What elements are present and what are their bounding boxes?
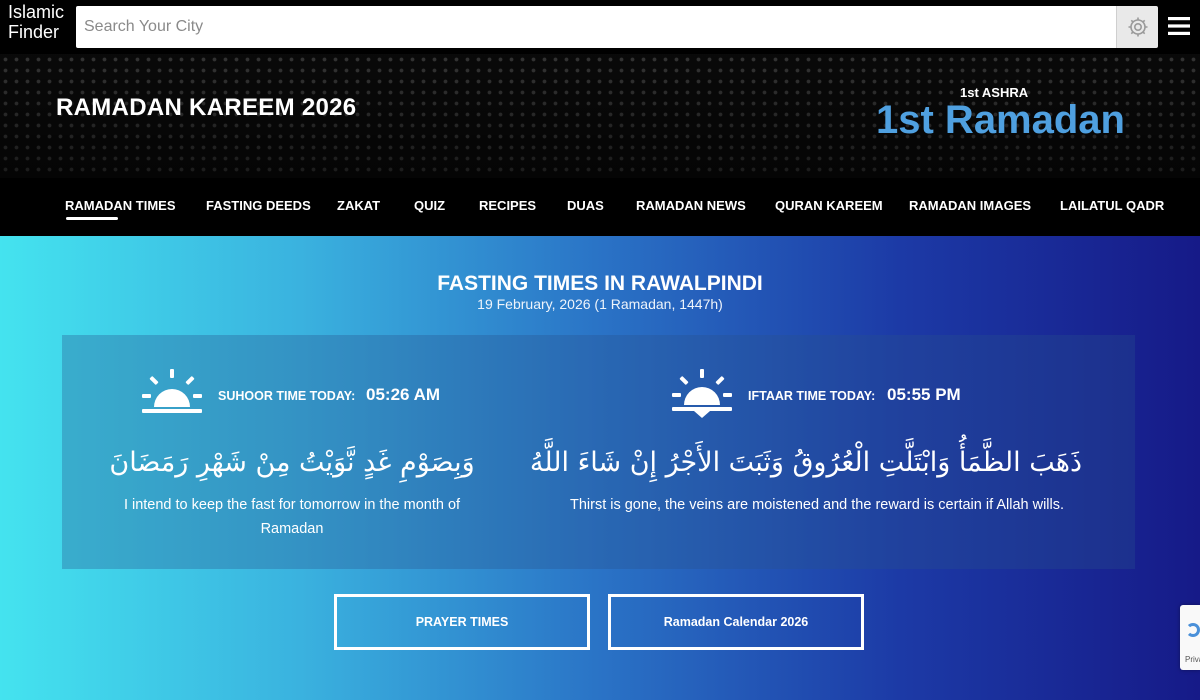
iftaar-time: 05:55 PM <box>887 385 961 404</box>
sunset-icon <box>672 369 732 418</box>
iftaar-dua-translation: Thirst is gone, the veins are moistened … <box>569 497 1065 513</box>
suhoor-dua-translation: I intend to keep the fast for tomorrow i… <box>123 497 461 537</box>
suhoor-dua-arabic: وَبِصَوْمِ غَدٍ نَّوَيْتُ مِنْ شَهْرِ رَ… <box>109 447 475 478</box>
section-title: FASTING TIMES IN RAWALPINDI <box>437 272 763 295</box>
ramadan-calendar-button[interactable]: Ramadan Calendar 2026 <box>608 594 864 650</box>
nav-recipes[interactable]: RECIPES <box>479 198 536 213</box>
suhoor-time: 05:26 AM <box>366 385 441 404</box>
suhoor-label: SUHOOR TIME TODAY: <box>218 389 356 403</box>
top-bar: Islamic Finder <box>0 0 1200 54</box>
site-logo[interactable]: Islamic Finder <box>8 2 64 42</box>
nav-ramadan-news[interactable]: RAMADAN NEWS <box>636 198 746 213</box>
gear-icon <box>1128 17 1147 37</box>
section-date: 19 February, 2026 (1 Ramadan, 1447h) <box>477 296 723 312</box>
ramadan-day: 1st Ramadan <box>876 98 1125 142</box>
nav-ramadan-images[interactable]: RAMADAN IMAGES <box>909 198 1031 213</box>
active-tab-indicator <box>66 217 118 220</box>
iftaar-label: IFTAAR TIME TODAY: <box>748 389 876 403</box>
search-city-input[interactable] <box>76 6 1116 48</box>
logo-line-1: Islamic <box>8 2 65 22</box>
recaptcha-text: Privacy <box>1185 655 1200 664</box>
recaptcha-icon <box>1186 623 1200 637</box>
nav-fasting-deeds[interactable]: FASTING DEEDS <box>206 198 311 213</box>
nav-zakat[interactable]: ZAKAT <box>337 198 380 213</box>
hero-title: RAMADAN KAREEM 2026 <box>56 94 357 121</box>
hamburger-menu-icon[interactable] <box>1166 13 1192 39</box>
logo-line-2: Finder <box>8 22 60 42</box>
fasting-times-section: FASTING TIMES IN RAWALPINDI 19 February,… <box>0 236 1200 700</box>
main-nav: RAMADAN TIMES FASTING DEEDS ZAKAT QUIZ R… <box>0 178 1200 236</box>
nav-ramadan-times[interactable]: RAMADAN TIMES <box>65 198 176 213</box>
nav-quran-kareem[interactable]: QURAN KAREEM <box>775 198 883 213</box>
settings-button[interactable] <box>1116 6 1158 48</box>
fasting-card: SUHOOR TIME TODAY: 05:26 AM وَبِصَوْمِ غ… <box>62 335 1135 569</box>
nav-lailatul-qadr[interactable]: LAILATUL QADR <box>1060 198 1164 213</box>
hero-banner: RAMADAN KAREEM 2026 1st ASHRA 1st Ramada… <box>0 54 1200 178</box>
nav-quiz[interactable]: QUIZ <box>414 198 445 213</box>
sunrise-icon <box>142 369 202 413</box>
nav-duas[interactable]: DUAS <box>567 198 604 213</box>
iftaar-dua-arabic: ذَهَبَ الظَّمَأُ وَابْتَلَّتِ الْعُرُوقُ… <box>529 447 1082 478</box>
prayer-times-button[interactable]: PRAYER TIMES <box>334 594 590 650</box>
recaptcha-badge[interactable]: Privacy <box>1180 605 1200 670</box>
